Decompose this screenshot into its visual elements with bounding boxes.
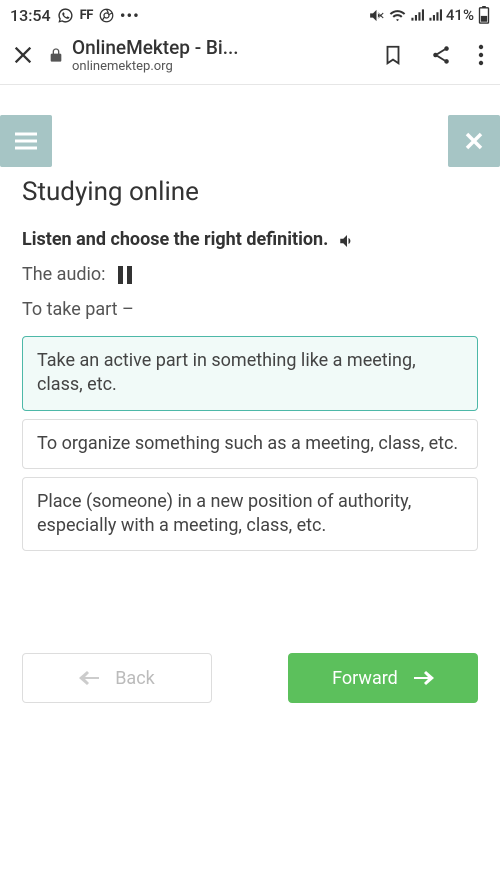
chrome-icon [99,8,114,23]
status-left: 13:54 FF ••• [10,6,140,25]
share-button[interactable] [430,44,452,66]
arrow-left-icon [79,670,99,686]
answer-option-1[interactable]: Take an active part in something like a … [22,336,478,411]
status-time: 13:54 [10,6,51,25]
bookmark-button[interactable] [382,44,404,66]
hamburger-menu-button[interactable] [0,115,52,167]
status-right: 41% [368,6,490,24]
battery-icon [478,6,490,24]
prompt-text: To take part – [22,299,478,320]
arrow-right-icon [414,670,434,686]
option-text: Take an active part in something like a … [37,350,416,395]
lock-icon [48,47,64,63]
answer-options: Take an active part in something like a … [22,336,478,551]
navigation-row: Back Forward [0,653,500,703]
forward-label: Forward [332,668,398,689]
answer-option-3[interactable]: Place (someone) in a new position of aut… [22,477,478,552]
whatsapp-icon [57,7,74,24]
battery-text: 41% [446,6,474,24]
site-title: OnlineMektep - Bi... [72,36,239,59]
wifi-icon [389,7,406,24]
forward-button[interactable]: Forward [288,653,478,703]
signal-1-icon [410,8,424,22]
android-status-bar: 13:54 FF ••• 41% [0,0,500,28]
back-button[interactable]: Back [22,653,212,703]
browser-menu-button[interactable] [478,44,484,66]
option-text: To organize something such as a meeting,… [37,433,458,454]
site-domain: onlinemektep.org [72,59,239,74]
back-label: Back [115,668,155,689]
ff-indicator: FF [80,8,93,23]
mute-icon [368,7,385,24]
browser-bar: OnlineMektep - Bi... onlinemektep.org [0,28,500,85]
question-area: Listen and choose the right definition. … [0,207,500,573]
answer-option-2[interactable]: To organize something such as a meeting,… [22,419,478,469]
signal-2-icon [428,8,442,22]
option-text: Place (someone) in a new position of aut… [37,491,411,536]
more-notifications-icon: ••• [120,6,140,25]
pause-button[interactable] [118,266,132,284]
page-content: Studying online Listen and choose the ri… [0,85,500,703]
site-info[interactable]: OnlineMektep - Bi... onlinemektep.org [48,36,368,74]
speaker-icon[interactable] [338,232,356,250]
close-tab-button[interactable] [12,44,34,66]
page-title: Studying online [22,177,500,207]
close-panel-button[interactable] [448,115,500,167]
instruction-text: Listen and choose the right definition. [22,229,328,250]
audio-label: The audio: [22,264,106,285]
